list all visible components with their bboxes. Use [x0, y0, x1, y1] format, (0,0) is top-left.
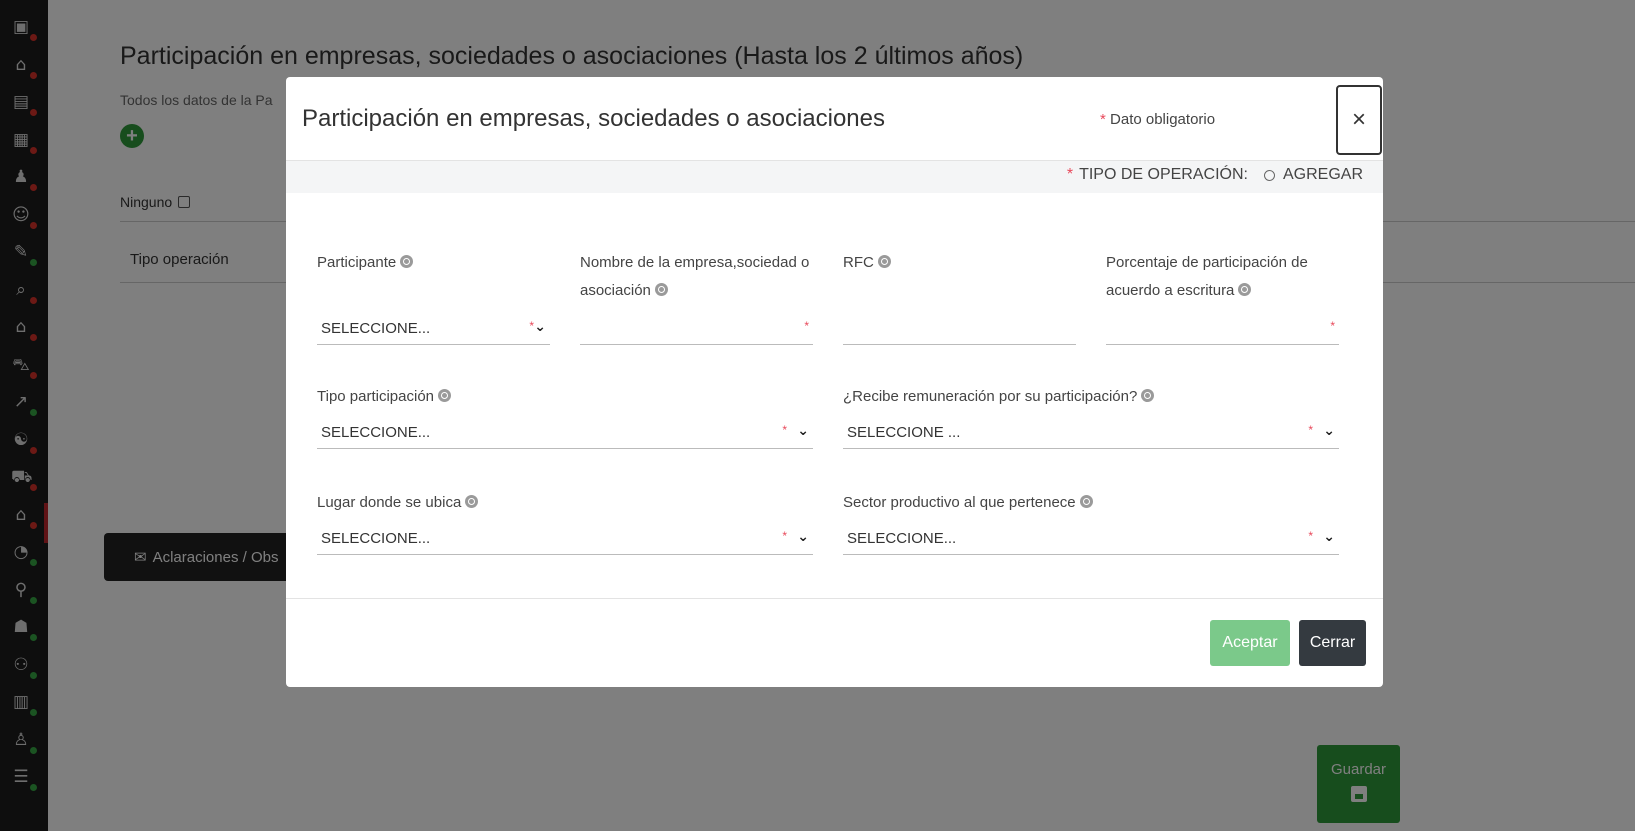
info-globe-icon[interactable]	[1238, 283, 1252, 296]
info-globe-icon[interactable]	[400, 255, 414, 268]
aceptar-button[interactable]: Aceptar	[1210, 620, 1290, 666]
modal-title: Participación en empresas, sociedades o …	[302, 105, 885, 132]
recibe-remuneracion-select[interactable]: SELECCIONE ... * ⌄	[843, 417, 1339, 449]
sector-productivo-select[interactable]: SELECCIONE... * ⌄	[843, 523, 1339, 555]
required-star: *	[782, 529, 787, 543]
operation-radio[interactable]	[1263, 169, 1275, 181]
info-globe-icon[interactable]	[654, 283, 668, 296]
participacion-modal: Participación en empresas, sociedades o …	[286, 77, 1383, 687]
rfc-input[interactable]	[843, 313, 1076, 345]
operation-bar: * TIPO DE OPERACIÓN: AGREGAR	[286, 161, 1383, 193]
operation-label: TIPO DE OPERACIÓN:	[1079, 166, 1248, 183]
required-star: *	[1100, 111, 1106, 128]
operation-value: AGREGAR	[1282, 166, 1363, 183]
tipo-participacion-field: Tipo participación SELECCIONE... * ⌄	[317, 383, 813, 449]
info-globe-icon[interactable]	[877, 255, 891, 268]
tipo-participacion-value: SELECCIONE...	[321, 424, 431, 441]
info-globe-icon[interactable]	[1141, 389, 1155, 402]
chevron-down-icon: ⌄	[797, 422, 809, 438]
required-note: * Dato obligatorio	[1100, 111, 1215, 128]
info-globe-icon[interactable]	[1079, 495, 1093, 508]
chevron-down-icon: ⌄	[1323, 528, 1335, 544]
chevron-down-icon: ⌄	[797, 528, 809, 544]
cerrar-button[interactable]: Cerrar	[1299, 620, 1366, 666]
operation-info: * TIPO DE OPERACIÓN: AGREGAR	[1067, 166, 1363, 184]
info-globe-icon[interactable]	[465, 495, 479, 508]
modal-footer-divider	[286, 598, 1383, 599]
sector-productivo-field: Sector productivo al que pertenece SELEC…	[843, 489, 1339, 555]
rfc-label: RFC	[843, 254, 874, 271]
nombre-empresa-input[interactable]: *	[580, 313, 813, 345]
app-root: ▣⌂▤▦♟☺✎⌕⌂⛍↗☯⛟⌂◔⚲☗⚇▥♙☰ Participación en e…	[0, 0, 1635, 831]
tipo-participacion-select[interactable]: SELECCIONE... * ⌄	[317, 417, 813, 449]
modal-header: Participación en empresas, sociedades o …	[286, 77, 1383, 161]
lugar-ubica-field: Lugar donde se ubica SELECCIONE... * ⌄	[317, 489, 813, 555]
participante-field: Participante SELECCIONE... * ⌄	[317, 249, 550, 345]
required-star: *	[804, 319, 809, 333]
participante-select[interactable]: SELECCIONE... * ⌄	[317, 313, 550, 345]
lugar-ubica-value: SELECCIONE...	[321, 530, 431, 547]
chevron-down-icon: ⌄	[1323, 422, 1335, 438]
required-star: *	[1066, 166, 1074, 183]
lugar-ubica-select[interactable]: SELECCIONE... * ⌄	[317, 523, 813, 555]
sector-productivo-value: SELECCIONE...	[847, 530, 957, 547]
required-star: *	[782, 423, 787, 437]
required-note-label: Dato obligatorio	[1110, 111, 1216, 128]
porcentaje-input[interactable]: *	[1106, 313, 1339, 345]
sector-productivo-label: Sector productivo al que pertenece	[843, 494, 1076, 511]
participante-label: Participante	[317, 254, 397, 271]
lugar-ubica-label: Lugar donde se ubica	[317, 494, 462, 511]
required-star: *	[1308, 529, 1313, 543]
nombre-empresa-label: Nombre de la empresa,sociedad o asociaci…	[580, 254, 810, 299]
info-globe-icon[interactable]	[438, 389, 452, 402]
recibe-remuneracion-field: ¿Recibe remuneración por su participació…	[843, 383, 1339, 449]
porcentaje-field: Porcentaje de participación de acuerdo a…	[1106, 249, 1339, 345]
nombre-empresa-field: Nombre de la empresa,sociedad o asociaci…	[580, 249, 813, 345]
chevron-down-icon: ⌄	[534, 318, 546, 334]
recibe-remuneracion-value: SELECCIONE ...	[847, 424, 961, 441]
participante-value: SELECCIONE...	[321, 320, 431, 337]
tipo-participacion-label: Tipo participación	[317, 388, 435, 405]
recibe-remuneracion-label: ¿Recibe remuneración por su participació…	[843, 388, 1138, 405]
rfc-field: RFC	[843, 249, 1076, 345]
required-star: *	[1330, 319, 1335, 333]
porcentaje-label: Porcentaje de participación de acuerdo a…	[1106, 254, 1308, 299]
close-icon[interactable]: ×	[1336, 85, 1382, 155]
required-star: *	[1308, 423, 1313, 437]
